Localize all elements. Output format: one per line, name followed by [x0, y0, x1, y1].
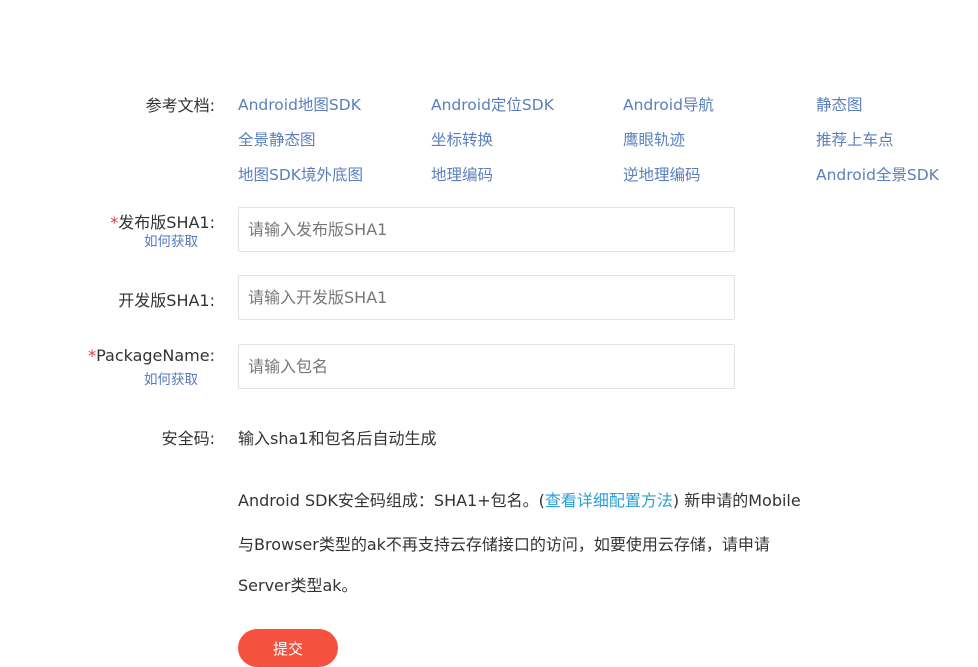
- doc-link-android-navigation[interactable]: Android导航: [623, 93, 714, 115]
- doc-link-android-panorama-sdk[interactable]: Android全景SDK: [816, 163, 939, 185]
- doc-link-pickup-point[interactable]: 推荐上车点: [816, 128, 894, 150]
- security-code-value: 输入sha1和包名后自动生成: [238, 429, 437, 448]
- package-name-input[interactable]: [238, 344, 735, 389]
- doc-link-overseas-basemap[interactable]: 地图SDK境外底图: [238, 163, 363, 185]
- release-sha1-help-link[interactable]: 如何获取: [144, 230, 198, 250]
- note-line-2: 与Browser类型的ak不再支持云存储接口的访问，如要使用云存储，请申请: [238, 535, 770, 554]
- app-config-form: 参考文档: Android地图SDK Android定位SDK Android导…: [0, 0, 978, 667]
- security-code-label: 安全码:: [161, 429, 215, 448]
- required-mark: *: [88, 346, 97, 365]
- doc-link-reverse-geocoding[interactable]: 逆地理编码: [623, 163, 701, 185]
- doc-link-static-map[interactable]: 静态图: [816, 93, 863, 115]
- note-line-3: Server类型ak。: [238, 576, 358, 595]
- release-sha1-input[interactable]: [238, 207, 735, 252]
- doc-link-panorama-static[interactable]: 全景静态图: [238, 128, 316, 150]
- doc-link-geocoding[interactable]: 地理编码: [431, 163, 493, 185]
- dev-sha1-input[interactable]: [238, 275, 735, 320]
- doc-link-coordinate-convert[interactable]: 坐标转换: [431, 128, 493, 150]
- dev-sha1-label: 开发版SHA1:: [118, 291, 215, 310]
- note-line-1: Android SDK安全码组成：SHA1+包名。(查看详细配置方法) 新申请的…: [238, 487, 801, 511]
- doc-link-eagle-eye-track[interactable]: 鹰眼轨迹: [623, 128, 685, 150]
- package-name-help-link[interactable]: 如何获取: [144, 368, 198, 388]
- note-line-1-text: Android SDK安全码组成：SHA1+包名。(: [238, 491, 545, 510]
- package-name-label-text: PackageName:: [96, 346, 215, 365]
- note-line-1-tail: ) 新申请的Mobile: [672, 491, 801, 510]
- doc-link-android-location-sdk[interactable]: Android定位SDK: [431, 93, 554, 115]
- config-method-link[interactable]: 查看详细配置方法: [545, 491, 673, 510]
- package-name-label: *PackageName:: [88, 346, 215, 365]
- docs-label: 参考文档:: [145, 96, 215, 115]
- submit-button[interactable]: 提交: [238, 629, 338, 667]
- doc-link-android-map-sdk[interactable]: Android地图SDK: [238, 93, 361, 115]
